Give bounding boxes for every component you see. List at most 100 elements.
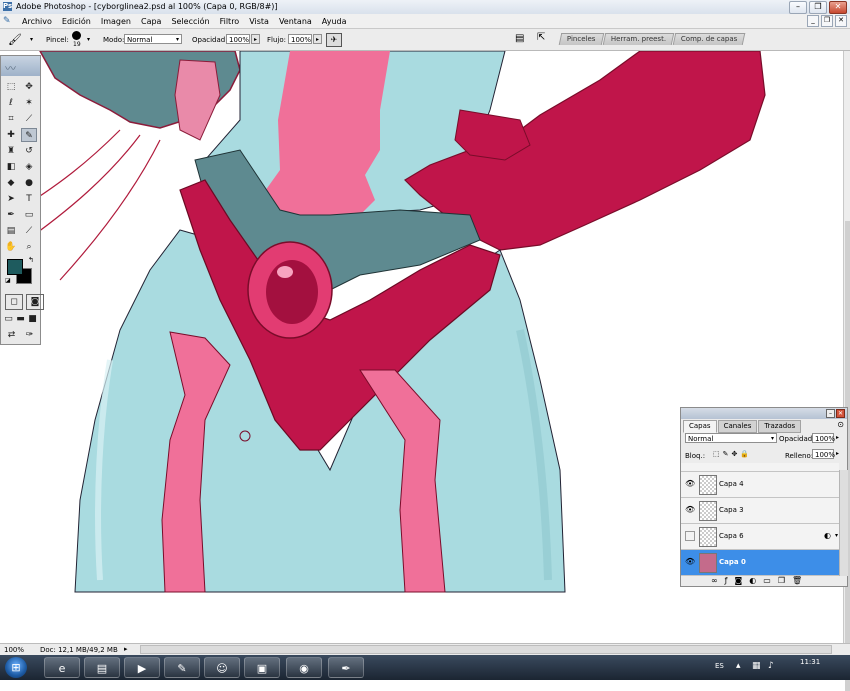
blend-mode-select[interactable]: Normal ▾: [685, 433, 777, 443]
flow-slider-button[interactable]: ▸: [313, 34, 322, 44]
file-browser-icon[interactable]: ▤: [515, 33, 524, 44]
lock-position-icon[interactable]: ✥: [732, 450, 738, 458]
clock-time[interactable]: 11:31: [800, 658, 820, 666]
layer-row-capa-0[interactable]: 👁 Capa 0: [681, 550, 839, 576]
notes-tool-icon[interactable]: ▤: [3, 224, 19, 238]
brush-tool-preset-icon[interactable]: 🖌: [8, 33, 22, 46]
zoom-tool-icon[interactable]: ⌕: [21, 240, 37, 254]
minimize-button[interactable]: –: [789, 1, 807, 14]
visibility-eye-icon[interactable]: 👁: [685, 479, 695, 489]
default-colors-icon[interactable]: ◪: [5, 277, 11, 284]
paint-app-icon[interactable]: ✎: [164, 657, 200, 678]
type-tool-icon[interactable]: T: [21, 192, 37, 206]
well-tab-pinceles[interactable]: Pinceles: [558, 33, 604, 45]
rectangle-tool-icon[interactable]: ▭: [21, 208, 37, 222]
pen-tool-icon[interactable]: ✒: [3, 208, 19, 222]
layers-panel-titlebar[interactable]: – ✕: [681, 408, 847, 419]
paint-bucket-tool-icon[interactable]: ◈: [21, 160, 37, 174]
new-layer-icon[interactable]: ❐: [778, 576, 785, 585]
new-group-icon[interactable]: ▭: [763, 576, 771, 585]
history-brush-tool-icon[interactable]: ↺: [21, 144, 37, 158]
menu-capa[interactable]: Capa: [136, 17, 166, 26]
restore-button[interactable]: ❐: [809, 1, 827, 14]
media-player-icon[interactable]: ▶: [124, 657, 160, 678]
marquee-tool-icon[interactable]: ⬚: [3, 80, 19, 94]
layer-opacity-input[interactable]: 100%: [812, 433, 835, 443]
doc-close-button[interactable]: ✕: [835, 15, 847, 27]
layer-row-capa-6[interactable]: Capa 6 ◐ ▾: [681, 524, 839, 550]
zoom-level[interactable]: 100%: [4, 646, 24, 654]
path-selection-tool-icon[interactable]: ➤: [3, 192, 19, 206]
photoshop-window-icon[interactable]: ▣: [244, 657, 280, 678]
visibility-eye-icon[interactable]: 👁: [685, 557, 695, 567]
mode-select[interactable]: Normal ▾: [124, 34, 182, 44]
menu-edicion[interactable]: Edición: [57, 17, 96, 26]
opacity-arrow-icon[interactable]: ▸: [836, 434, 839, 441]
quick-mask-icon[interactable]: ◙: [26, 294, 44, 310]
fill-input[interactable]: 100%: [812, 449, 835, 459]
blur-tool-icon[interactable]: ◆: [3, 176, 19, 190]
internet-explorer-icon[interactable]: e: [44, 657, 80, 678]
menu-imagen[interactable]: Imagen: [96, 17, 136, 26]
palette-well-icon[interactable]: ⇱: [537, 32, 545, 43]
dodge-tool-icon[interactable]: ●: [21, 176, 37, 190]
menu-filtro[interactable]: Filtro: [215, 17, 245, 26]
eraser-tool-icon[interactable]: ◧: [3, 160, 19, 174]
menu-vista[interactable]: Vista: [244, 17, 274, 26]
layer-style-icon[interactable]: ◐: [824, 531, 831, 540]
opacity-input[interactable]: 100%: [226, 34, 250, 44]
doc-minimize-button[interactable]: _: [807, 15, 819, 27]
opacity-slider-button[interactable]: ▸: [251, 34, 260, 44]
flow-input[interactable]: 100%: [288, 34, 312, 44]
layers-scrollbar[interactable]: [839, 470, 848, 576]
chrome-icon[interactable]: ◉: [286, 657, 322, 678]
layer-row-capa-4[interactable]: 👁 Capa 4: [681, 472, 839, 498]
lock-all-icon[interactable]: 🔒: [740, 450, 749, 458]
brush-preview-icon[interactable]: [72, 31, 81, 40]
horizontal-scrollbar[interactable]: [140, 645, 832, 654]
network-icon[interactable]: ▦: [752, 661, 761, 671]
volume-icon[interactable]: ♪: [768, 661, 774, 671]
tray-arrow-icon[interactable]: ▴: [736, 661, 741, 671]
document-menu-icon[interactable]: ✎: [3, 16, 17, 26]
panel-close-icon[interactable]: ✕: [836, 409, 845, 418]
feather-app-icon[interactable]: ✒: [328, 657, 364, 678]
screen-mode-full-menu-icon[interactable]: ▬: [15, 312, 26, 326]
tab-trazados[interactable]: Trazados: [758, 420, 802, 433]
hand-tool-icon[interactable]: ✋: [3, 240, 19, 254]
menu-ventana[interactable]: Ventana: [274, 17, 317, 26]
menu-ayuda[interactable]: Ayuda: [317, 17, 352, 26]
brush-dropdown-icon[interactable]: ▾: [87, 36, 90, 43]
crop-tool-icon[interactable]: ⌗: [3, 112, 19, 126]
adjustment-layer-icon[interactable]: ◐: [749, 576, 756, 585]
visibility-box-empty[interactable]: [685, 531, 695, 541]
screen-mode-standard-icon[interactable]: ▭: [3, 312, 14, 326]
jump-to-imageready-icon[interactable]: ✑: [21, 328, 38, 342]
lasso-tool-icon[interactable]: ℓ: [3, 96, 19, 110]
eyedropper-tool-icon[interactable]: ⟋: [21, 224, 37, 238]
link-layers-icon[interactable]: ∞: [711, 576, 718, 585]
preset-dropdown-icon[interactable]: ▾: [30, 36, 33, 43]
layer-row-capa-3[interactable]: 👁 Capa 3: [681, 498, 839, 524]
foreground-color-swatch[interactable]: [7, 259, 23, 275]
status-menu-icon[interactable]: ▸: [124, 645, 128, 653]
lock-transparency-icon[interactable]: ⬚: [713, 450, 720, 458]
panel-menu-icon[interactable]: ⊙: [837, 420, 844, 429]
swap-colors-icon[interactable]: ↰: [28, 256, 34, 264]
expand-effects-icon[interactable]: ▾: [835, 532, 838, 539]
slice-tool-icon[interactable]: ⟋: [21, 112, 37, 126]
healing-brush-tool-icon[interactable]: ✚: [3, 128, 19, 142]
clone-stamp-tool-icon[interactable]: ♜: [3, 144, 19, 158]
doc-restore-button[interactable]: ❐: [821, 15, 833, 27]
add-mask-icon[interactable]: ◙: [735, 576, 743, 585]
well-tab-comp-de-capas[interactable]: Comp. de capas: [672, 33, 746, 45]
start-button[interactable]: ⊞: [5, 657, 27, 678]
move-tool-icon[interactable]: ✥: [21, 80, 37, 94]
messenger-icon[interactable]: ☺: [204, 657, 240, 678]
menu-archivo[interactable]: Archivo: [17, 17, 57, 26]
airbrush-toggle-button[interactable]: ✈: [326, 33, 342, 47]
fill-arrow-icon[interactable]: ▸: [836, 450, 839, 457]
menu-seleccion[interactable]: Selección: [166, 17, 214, 26]
well-tab-herram-preest[interactable]: Herram. preest.: [602, 33, 674, 45]
tab-canales[interactable]: Canales: [717, 420, 758, 433]
